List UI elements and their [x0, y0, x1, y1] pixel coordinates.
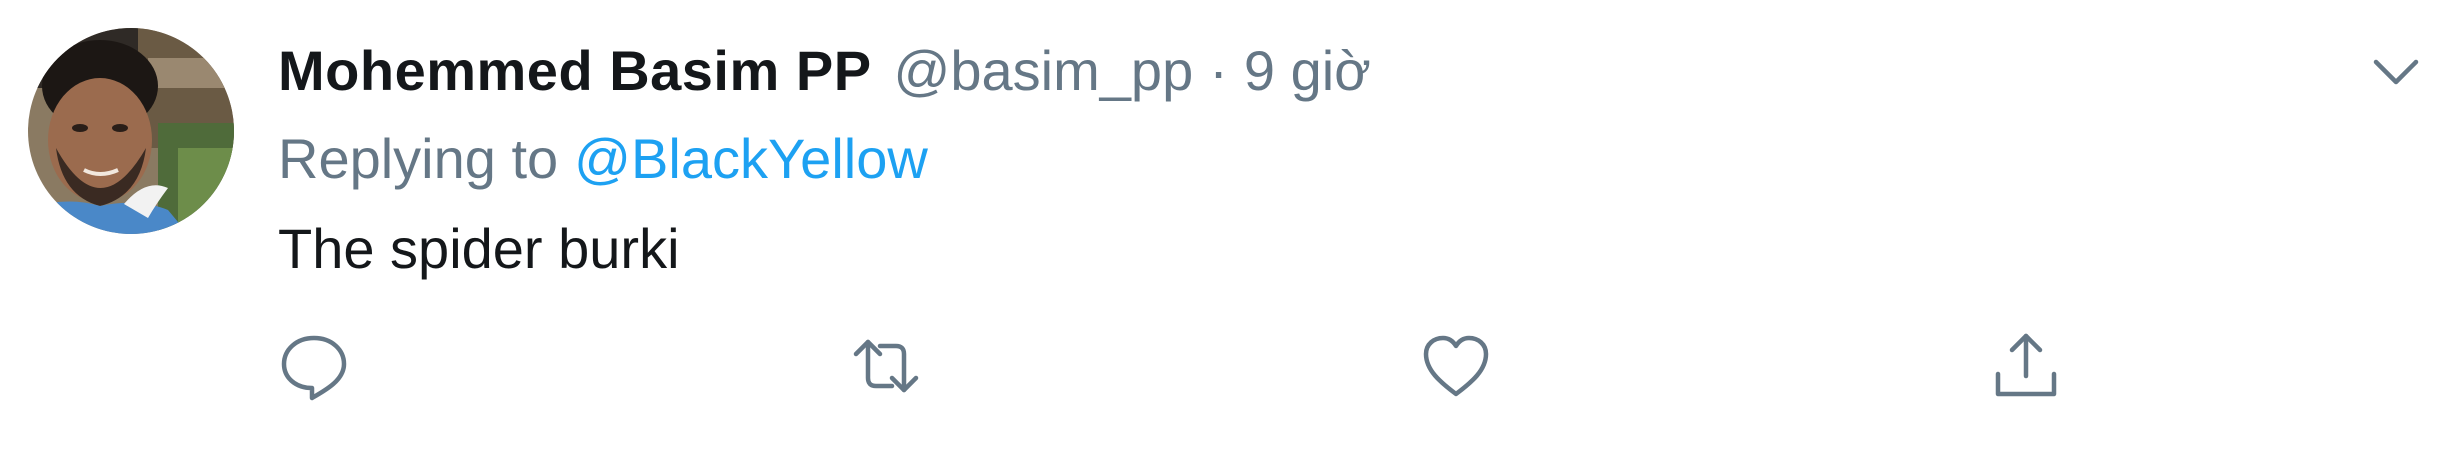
share-upload-icon [1995, 333, 2057, 397]
author-display-name[interactable]: Mohemmed Basim PP [278, 38, 872, 103]
author-handle[interactable]: @basim_pp [894, 38, 1194, 103]
like-button[interactable] [1418, 328, 1494, 404]
replying-to-line: Replying to @BlackYellow [278, 118, 928, 198]
reply-button[interactable] [276, 328, 352, 404]
avatar-image [28, 28, 234, 234]
tweet-text: The spider burki [278, 216, 680, 280]
chevron-down-icon [2373, 59, 2419, 85]
retweet-arrows-icon [853, 339, 919, 393]
tweet-card[interactable]: Mohemmed Basim PP @basim_pp · 9 giờ Repl… [0, 0, 2464, 450]
replying-to-label: Replying to [278, 126, 559, 190]
speech-bubble-icon [281, 335, 347, 401]
share-button[interactable] [1988, 328, 2064, 404]
retweet-button[interactable] [848, 328, 924, 404]
tweet-timestamp[interactable]: 9 giờ [1244, 38, 1371, 103]
heart-icon [1423, 335, 1489, 397]
header-separator: · [1209, 38, 1228, 102]
tweet-header: Mohemmed Basim PP @basim_pp · 9 giờ [278, 30, 1371, 110]
avatar[interactable] [28, 28, 234, 234]
more-options-caret[interactable] [2366, 42, 2426, 102]
reply-target-link[interactable]: @BlackYellow [574, 126, 928, 191]
